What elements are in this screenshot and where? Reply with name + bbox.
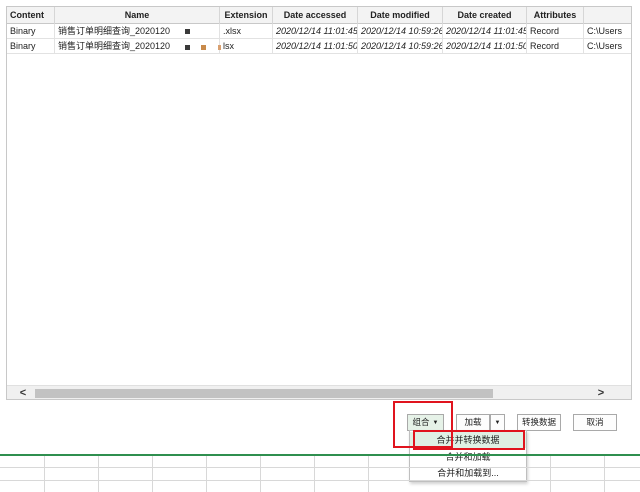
column-header-attributes[interactable]: Attributes <box>527 7 584 24</box>
grid-line <box>604 456 605 492</box>
cell-folder-path: C:\Users <box>587 41 623 51</box>
cell-extension: .xlsx <box>220 24 273 39</box>
column-header-extension[interactable]: Extension <box>220 7 273 24</box>
column-header-date-modified[interactable]: Date modified <box>358 7 443 24</box>
column-header-content[interactable]: Content <box>7 7 55 24</box>
transform-data-button[interactable]: 转换数据 <box>517 414 561 431</box>
grid-line <box>550 456 551 492</box>
cell-attributes[interactable]: Record <box>527 39 584 54</box>
cell-name: 销售订单明细查询_2020120 <box>55 39 220 54</box>
cell-extension: lsx <box>220 39 273 54</box>
scroll-right-icon[interactable]: > <box>593 386 609 399</box>
redaction-mark <box>201 45 206 50</box>
scroll-left-icon[interactable]: < <box>15 386 31 399</box>
cell-date-modified: 2020/12/14 10:59:26 <box>358 24 443 39</box>
grid-line <box>314 456 315 492</box>
cell-date-created: 2020/12/14 11:01:50 <box>443 39 527 54</box>
cell-date-accessed: 2020/12/14 11:01:50 <box>273 39 358 54</box>
scrollbar-thumb[interactable] <box>35 389 493 398</box>
highlight-annotation <box>413 430 525 450</box>
column-header-folder-path[interactable] <box>584 7 631 24</box>
grid-line <box>152 456 153 492</box>
redaction-mark <box>185 29 190 34</box>
redaction-mark <box>218 45 221 50</box>
column-header-date-accessed[interactable]: Date accessed <box>273 7 358 24</box>
cell-name: 销售订单明细查询_2020120 <box>55 24 220 39</box>
cell-date-accessed: 2020/12/14 11:01:45 <box>273 24 358 39</box>
table-header: Content Name Extension Date accessed Dat… <box>7 7 631 24</box>
chevron-down-icon: ▼ <box>494 420 501 426</box>
cell-date-created: 2020/12/14 11:01:45 <box>443 24 527 39</box>
redaction-mark <box>185 45 190 50</box>
cell-attributes[interactable]: Record <box>527 24 584 39</box>
menu-item-combine-load[interactable]: 合并和加载 <box>410 449 526 465</box>
grid-line <box>98 456 99 492</box>
horizontal-scrollbar[interactable]: < > <box>7 385 631 399</box>
column-header-date-created[interactable]: Date created <box>443 7 527 24</box>
sheet-divider <box>0 454 640 456</box>
file-preview-table: Content Name Extension Date accessed Dat… <box>6 6 632 400</box>
table-row[interactable]: Binary 销售订单明细查询_2020120 .xlsx 2020/12/14… <box>7 24 631 39</box>
column-header-name[interactable]: Name <box>55 7 220 24</box>
cell-content[interactable]: Binary <box>7 24 55 39</box>
grid-line <box>368 456 369 492</box>
cancel-button[interactable]: 取消 <box>573 414 617 431</box>
cell-content[interactable]: Binary <box>7 39 55 54</box>
table-row[interactable]: Binary 销售订单明细查询_2020120 lsx 2020/12/14 1… <box>7 39 631 54</box>
load-button[interactable]: 加载 <box>456 414 490 431</box>
grid-line <box>0 467 640 468</box>
grid-line <box>206 456 207 492</box>
grid-line <box>44 456 45 492</box>
cell-date-modified: 2020/12/14 10:59:26 <box>358 39 443 54</box>
grid-line <box>260 456 261 492</box>
load-dropdown-button[interactable]: ▼ <box>490 414 505 431</box>
grid-line <box>0 480 640 481</box>
cell-folder-path: C:\Users <box>587 26 623 36</box>
